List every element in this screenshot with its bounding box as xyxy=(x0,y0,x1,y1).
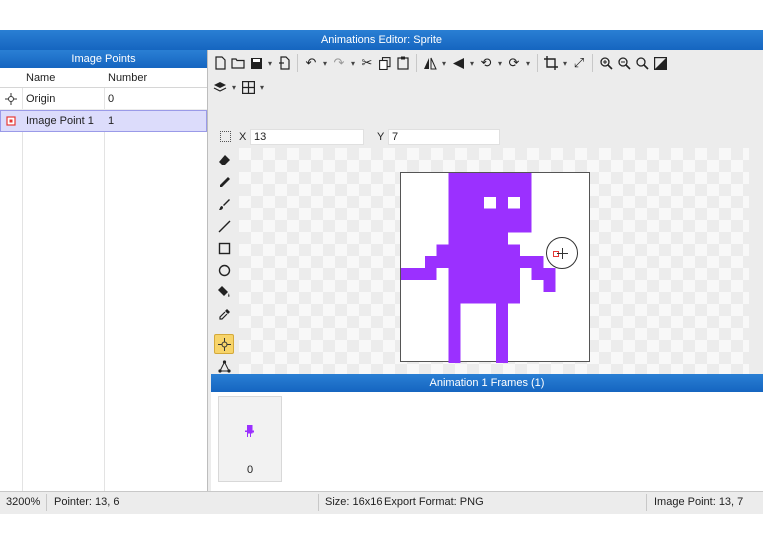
image-point-name: Image Point 1 xyxy=(26,115,94,127)
cut-icon[interactable]: ✂ xyxy=(358,54,376,72)
status-bar: 3200% Pointer: 13, 6 Size: 16x16 Export … xyxy=(0,491,763,512)
image-point-name: Origin xyxy=(26,93,56,105)
ellipse-icon[interactable] xyxy=(214,260,234,280)
y-label: Y xyxy=(377,131,385,143)
rotate-right-icon[interactable]: ⟳ xyxy=(505,54,523,72)
sprite-size: Size: 16x16 xyxy=(325,496,383,508)
image-point-row-origin[interactable]: Origin 0 xyxy=(0,88,207,110)
undo-dropdown-icon[interactable]: ▾ xyxy=(320,54,330,72)
resize-icon[interactable]: ⤢ xyxy=(570,54,588,72)
origin-crosshair-icon xyxy=(5,93,17,105)
crop-dropdown-icon[interactable]: ▾ xyxy=(560,54,570,72)
image-point-icon xyxy=(6,116,16,126)
image-points-panel: Image Points Name Number Origin 0 Image … xyxy=(0,50,208,491)
status-separator xyxy=(646,494,647,511)
mirror-icon[interactable] xyxy=(449,54,467,72)
animations-editor-window: Animations Editor: Sprite Image Points N… xyxy=(0,30,763,514)
zoom-level: 3200% xyxy=(6,496,41,508)
image-point-row-1[interactable]: Image Point 1 1 xyxy=(0,110,207,132)
image-points-header: Image Points xyxy=(0,50,207,68)
eraser-icon[interactable] xyxy=(214,150,234,170)
crosshair-line xyxy=(557,253,568,254)
column-divider xyxy=(104,88,105,491)
layers-icon[interactable] xyxy=(211,78,229,96)
paste-icon[interactable] xyxy=(394,54,412,72)
brush-icon[interactable] xyxy=(214,194,234,214)
pointer-position: Pointer: 13, 6 xyxy=(54,496,120,508)
redo-icon[interactable]: ↷ xyxy=(330,54,348,72)
crop-icon[interactable] xyxy=(542,54,560,72)
layers-dropdown-icon[interactable]: ▾ xyxy=(229,78,239,96)
sprite-canvas-area[interactable] xyxy=(239,148,749,385)
toolbar-separator xyxy=(592,54,593,72)
new-file-icon[interactable] xyxy=(211,54,229,72)
toolbar-separator xyxy=(297,54,298,72)
column-number-header[interactable]: Number xyxy=(108,72,147,84)
rectangle-icon[interactable] xyxy=(214,238,234,258)
coordinates-bar: X 13 Y 7 xyxy=(211,128,763,148)
save-dropdown-icon[interactable]: ▾ xyxy=(265,54,275,72)
status-separator xyxy=(318,494,319,511)
flip-dropdown-icon[interactable]: ▾ xyxy=(439,54,449,72)
fill-bucket-icon[interactable] xyxy=(214,282,234,302)
grid-dropdown-icon[interactable]: ▾ xyxy=(257,78,267,96)
x-label: X xyxy=(239,131,247,143)
toolbar-separator xyxy=(416,54,417,72)
selection-icon[interactable] xyxy=(220,131,231,142)
open-folder-icon[interactable] xyxy=(229,54,247,72)
zoom-reset-icon[interactable] xyxy=(633,54,651,72)
window-title: Animations Editor: Sprite xyxy=(0,30,763,50)
frame-thumbnail[interactable]: 0 xyxy=(218,396,282,482)
toolbar-separator xyxy=(537,54,538,72)
rotate-right-dropdown-icon[interactable]: ▾ xyxy=(523,54,533,72)
secondary-toolbar: ▾ ▾ xyxy=(211,76,267,98)
import-icon[interactable] xyxy=(275,54,293,72)
column-name-header[interactable]: Name xyxy=(26,72,55,84)
image-point-marker[interactable] xyxy=(546,237,578,269)
grid-icon[interactable] xyxy=(239,78,257,96)
frame-sprite-preview xyxy=(244,425,254,437)
main-toolbar: ▾ ↶ ▾ ↷ ▾ ✂ ▾ ▾ ⟲ ▾ ⟳ ▾ ▾ ⤢ xyxy=(211,52,669,74)
image-point-tool-icon[interactable] xyxy=(214,334,234,354)
pencil-icon[interactable] xyxy=(214,172,234,192)
zoom-in-icon[interactable] xyxy=(597,54,615,72)
image-point-number: 1 xyxy=(108,115,115,127)
x-input[interactable]: 13 xyxy=(250,129,364,145)
line-icon[interactable] xyxy=(214,216,234,236)
rotate-left-dropdown-icon[interactable]: ▾ xyxy=(495,54,505,72)
zoom-out-icon[interactable] xyxy=(615,54,633,72)
y-input[interactable]: 7 xyxy=(388,129,500,145)
status-separator xyxy=(46,494,47,511)
frames-panel-header: Animation 1 Frames (1) xyxy=(211,374,763,392)
image-point-position: Image Point: 13, 7 xyxy=(654,496,744,508)
image-point-icon xyxy=(553,251,559,257)
undo-icon[interactable]: ↶ xyxy=(302,54,320,72)
frame-number: 0 xyxy=(246,464,254,476)
transform-points-icon[interactable] xyxy=(214,356,234,376)
mirror-dropdown-icon[interactable]: ▾ xyxy=(467,54,477,72)
flip-icon[interactable] xyxy=(421,54,439,72)
redo-dropdown-icon[interactable]: ▾ xyxy=(348,54,358,72)
export-format: Export Format: PNG xyxy=(384,496,484,508)
frames-panel: 0 xyxy=(211,392,763,491)
drawing-tools xyxy=(211,148,237,378)
image-points-column-header: Name Number xyxy=(0,68,207,88)
image-point-number: 0 xyxy=(108,93,115,105)
save-icon[interactable] xyxy=(247,54,265,72)
rotate-left-icon[interactable]: ⟲ xyxy=(477,54,495,72)
column-divider xyxy=(22,88,23,491)
copy-icon[interactable] xyxy=(376,54,394,72)
toggle-background-icon[interactable] xyxy=(651,54,669,72)
color-picker-icon[interactable] xyxy=(214,304,234,324)
